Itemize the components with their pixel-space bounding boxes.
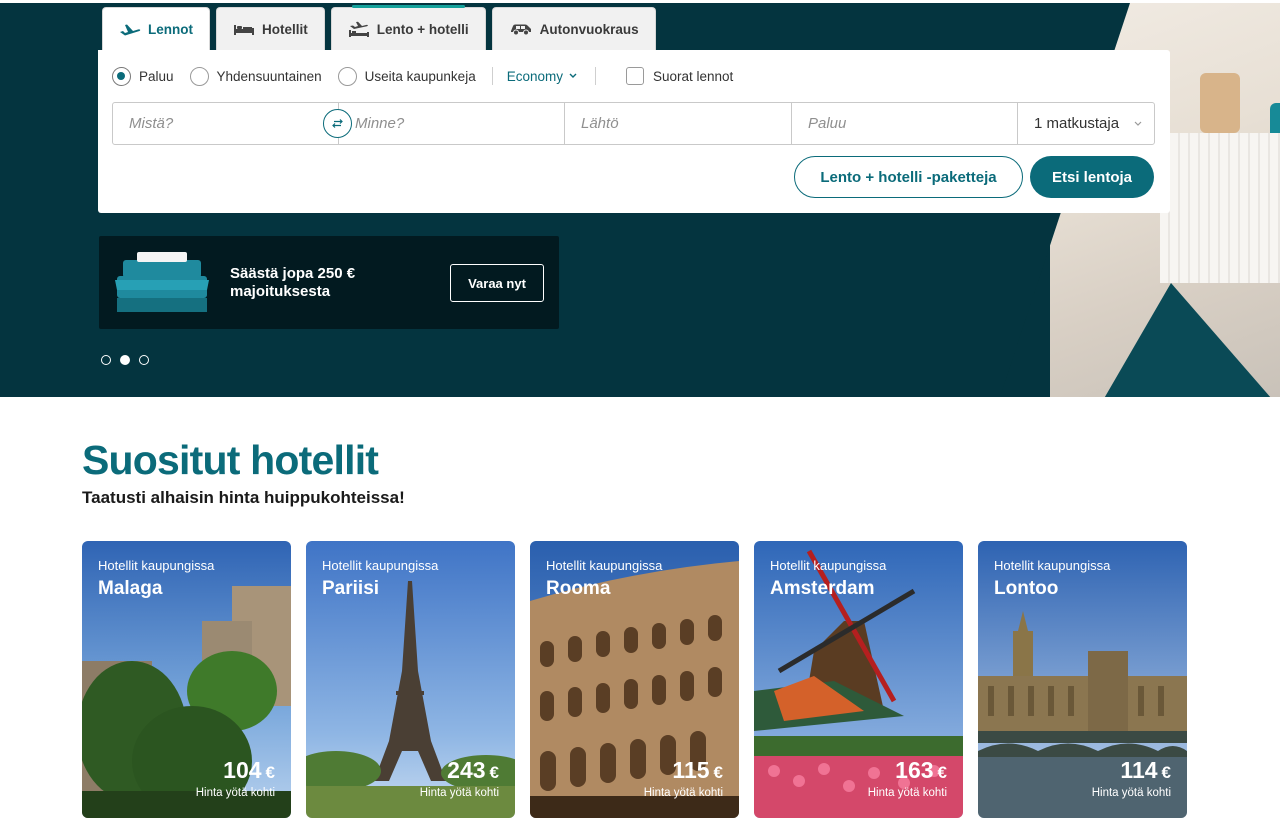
hotel-cards: Hotellit kaupungissa Malaga 104 € Hinta y… (82, 541, 1187, 818)
flight-hotel-packages-button[interactable]: Lento + hotelli -paketteja (794, 156, 1023, 198)
hotel-card-rome[interactable]: Hotellit kaupungissa Rooma 115 € Hinta yö… (530, 541, 739, 818)
hotel-card-paris[interactable]: Hotellit kaupungissa Pariisi 243 € Hinta … (306, 541, 515, 818)
card-caption: Hotellit kaupungissa (994, 558, 1111, 573)
card-caption: Hotellit kaupungissa (98, 558, 215, 573)
radio-one-way-label: Yhdensuuntainen (216, 68, 322, 84)
return-date-input[interactable]: Paluu (792, 103, 1018, 144)
card-price: 114 € (1120, 757, 1171, 784)
bed-illustration-icon (115, 252, 209, 312)
card-price: 115 € (672, 757, 723, 784)
top-strip (0, 0, 1280, 3)
chevron-down-icon (1134, 121, 1142, 126)
divider (491, 67, 493, 85)
tab-flights-label: Lennot (148, 22, 193, 37)
destination-input[interactable]: Minne? (339, 103, 565, 144)
card-price: 104 € (223, 757, 275, 784)
card-caption: Hotellit kaupungissa (322, 558, 439, 573)
direct-flights-label: Suorat lennot (652, 68, 734, 84)
swap-arrows-icon (332, 119, 343, 128)
checkbox-box (625, 67, 644, 85)
card-city: Amsterdam (770, 578, 875, 599)
radio-selected-icon (112, 66, 131, 86)
car-icon (510, 24, 531, 36)
carousel-dots (101, 355, 149, 365)
price-value: 243 (447, 757, 486, 783)
radio-multi-city[interactable]: Useita kaupunkeja (337, 66, 476, 86)
destination-placeholder: Minne? (355, 115, 405, 132)
tab-hotels[interactable]: Hotellit (216, 7, 325, 50)
passengers-value: 1 matkustaja (1034, 115, 1120, 132)
book-now-button[interactable]: Varaa nyt (450, 264, 544, 302)
trip-options: Paluu Yhdensuuntainen Useita kaupunkeja … (112, 64, 733, 88)
price-per-night: Hinta yötä kohti (867, 787, 947, 799)
card-price: 243 € (447, 757, 499, 784)
tab-flight-hotel[interactable]: Lento + hotelli (330, 5, 486, 50)
price-per-night: Hinta yötä kohti (1091, 787, 1171, 799)
cabin-class-select[interactable]: Economy (507, 69, 577, 84)
radio-empty-icon (189, 66, 209, 86)
plane-hotel-icon (348, 21, 369, 37)
direct-flights-checkbox[interactable]: Suorat lennot (625, 67, 734, 85)
search-flights-button[interactable]: Etsi lentoja (1030, 156, 1154, 198)
currency: € (713, 763, 723, 782)
radio-return[interactable]: Paluu (112, 66, 174, 86)
card-city: Lontoo (994, 578, 1059, 599)
new-indicator-bar (351, 5, 465, 8)
section-title: Suositut hotellit (82, 437, 379, 483)
carousel-dot-1[interactable] (101, 355, 111, 365)
section-subtitle: Taatusti alhaisin hinta huippukohteissa! (82, 488, 405, 507)
carousel-dot-2[interactable] (120, 355, 130, 365)
tab-flight-hotel-label: Lento + hotelli (376, 21, 469, 37)
card-city: Pariisi (322, 578, 380, 599)
currency: € (489, 763, 499, 782)
price-value: 115 (672, 757, 710, 783)
card-caption: Hotellit kaupungissa (546, 558, 663, 573)
price-value: 163 (895, 757, 934, 783)
search-tabs: Lennot Hotellit Lento + hotelli Autonvuo… (102, 5, 656, 51)
departure-date-input[interactable]: Lähtö (565, 103, 792, 144)
price-per-night: Hinta yötä kohti (643, 787, 723, 799)
radio-empty-icon (337, 66, 357, 86)
origin-input[interactable]: Mistä? (113, 103, 352, 144)
price-per-night: Hinta yötä kohti (195, 787, 275, 799)
tab-car-rental-label: Autonvuokraus (539, 21, 639, 37)
radio-one-way[interactable]: Yhdensuuntainen (189, 66, 322, 86)
price-per-night: Hinta yötä kohti (419, 787, 499, 799)
hotel-card-london[interactable]: Hotellit kaupungissa Lontoo 114 € Hinta y… (978, 541, 1187, 818)
origin-placeholder: Mistä? (129, 115, 174, 132)
return-placeholder: Paluu (808, 115, 847, 132)
search-fields: Mistä? Minne? Lähtö Paluu 1 matkustaja (112, 102, 1155, 145)
price-value: 104 (223, 757, 262, 783)
card-city: Malaga (98, 578, 163, 599)
tab-car-rental[interactable]: Autonvuokraus (491, 7, 656, 50)
currency: € (265, 763, 275, 782)
cabin-class-value: Economy (506, 68, 563, 84)
promo-banner: Säästä jopa 250 € majoituksesta Varaa ny… (99, 236, 559, 329)
card-city: Rooma (546, 578, 611, 599)
carousel-dot-3[interactable] (139, 355, 149, 365)
promo-text: Säästä jopa 250 € majoituksesta (230, 265, 356, 300)
tab-hotels-label: Hotellit (262, 21, 308, 37)
hotel-card-malaga[interactable]: Hotellit kaupungissa Malaga 104 € Hinta y… (82, 541, 291, 818)
radio-return-label: Paluu (139, 68, 174, 84)
divider (594, 67, 596, 85)
radio-multi-city-label: Useita kaupunkeja (364, 68, 476, 84)
currency: € (1161, 763, 1171, 782)
plane-icon (120, 24, 141, 35)
flight-search-panel: Paluu Yhdensuuntainen Useita kaupunkeja … (98, 50, 1170, 213)
currency: € (937, 763, 947, 782)
bed-icon (234, 25, 254, 35)
card-caption: Hotellit kaupungissa (770, 558, 887, 573)
passengers-select[interactable]: 1 matkustaja (1018, 103, 1154, 144)
hotel-card-amsterdam[interactable]: Hotellit kaupungissa Amsterdam 163 € Hint… (754, 541, 963, 818)
price-value: 114 (1120, 757, 1158, 783)
card-price: 163 € (895, 757, 947, 784)
swap-button[interactable] (323, 109, 352, 138)
lamp-shape (1200, 73, 1240, 133)
chevron-down-icon (569, 73, 577, 78)
bed-linen-shape (1160, 133, 1280, 283)
departure-placeholder: Lähtö (581, 115, 619, 132)
tab-flights[interactable]: Lennot (102, 7, 210, 51)
